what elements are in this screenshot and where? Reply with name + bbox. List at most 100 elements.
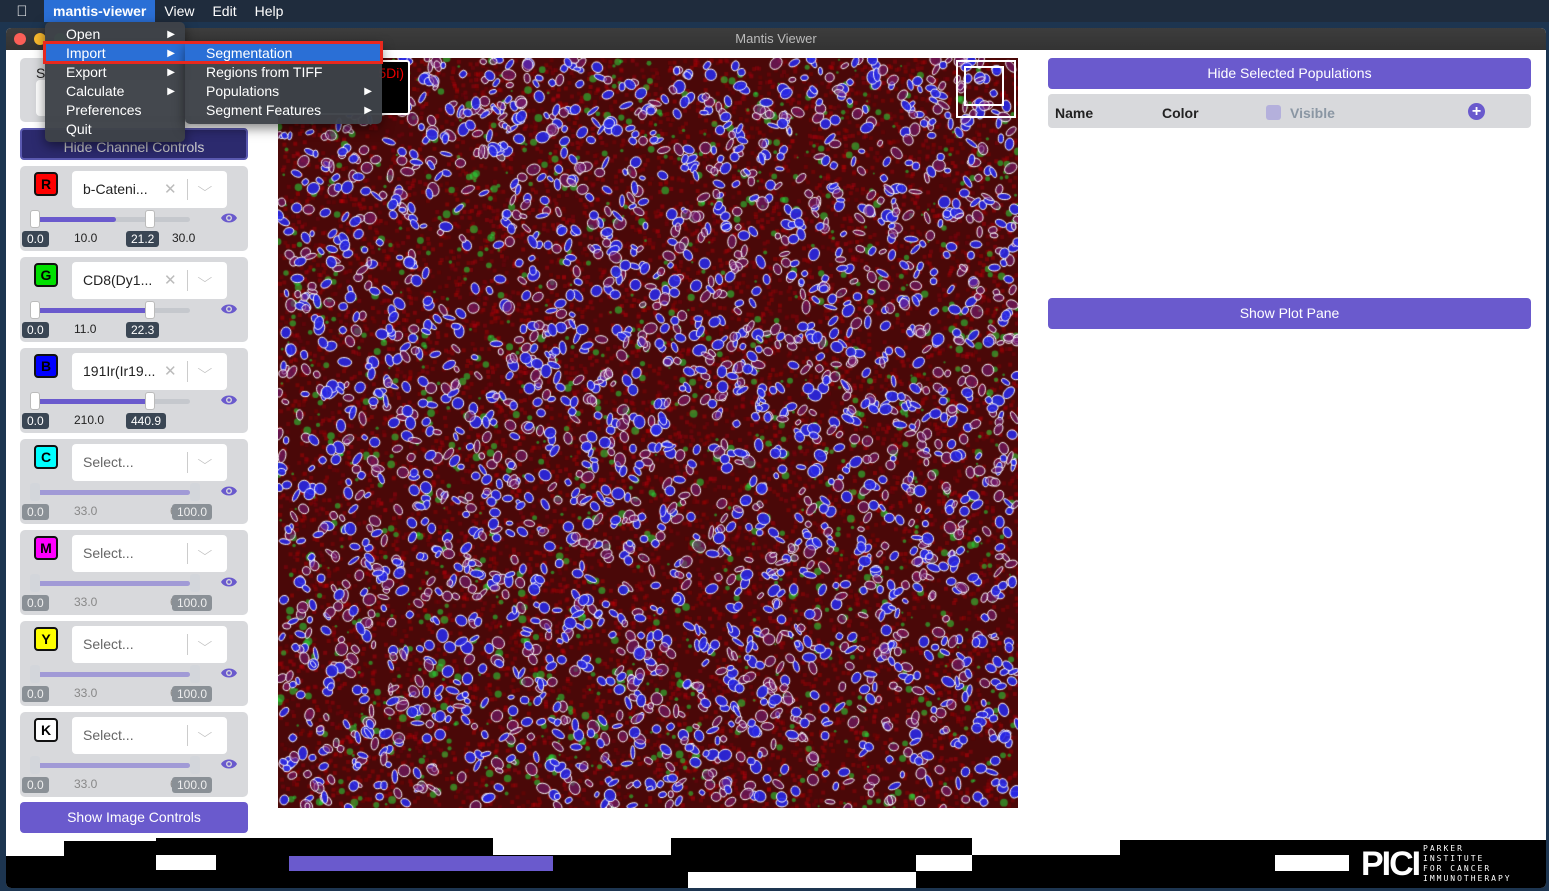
menu-item-label: Segment Features xyxy=(206,102,322,118)
eye-icon[interactable] xyxy=(220,758,238,770)
show-plot-pane-button[interactable]: Show Plot Pane xyxy=(1048,298,1531,329)
channel-marker-select[interactable]: Select... ⌵ xyxy=(72,626,227,663)
slider-min-handle[interactable] xyxy=(30,665,40,683)
slider-max-handle[interactable] xyxy=(145,392,155,410)
channel-marker-select[interactable]: CD8(Dy1... ✕ ⌵ xyxy=(72,262,227,299)
import-item-regions-from-tiff[interactable]: Regions from TIFF xyxy=(185,63,382,82)
channel-marker-select[interactable]: 191Ir(Ir19... ✕ ⌵ xyxy=(72,353,227,390)
channel-color-badge[interactable]: K xyxy=(34,718,58,742)
chevron-down-icon[interactable]: ⌵ xyxy=(198,270,213,286)
slider-tick-label: 21.2 xyxy=(126,231,160,247)
eye-icon[interactable] xyxy=(220,394,238,406)
channel-control-m: M Select...⌵ 0.033.066.0100.0 xyxy=(20,530,248,615)
chevron-down-icon[interactable]: ⌵ xyxy=(198,725,213,741)
channel-marker-select[interactable]: Select... ⌵ xyxy=(72,444,227,481)
slider-min-handle[interactable] xyxy=(30,392,40,410)
select-value: Select... xyxy=(83,454,134,470)
menu-item-label: Export xyxy=(66,64,107,80)
submenu-arrow-icon: ▶ xyxy=(364,86,372,97)
slider-min-handle[interactable] xyxy=(30,210,40,228)
clear-icon[interactable]: ✕ xyxy=(164,271,177,289)
select-value: Select... xyxy=(83,636,134,652)
channel-color-badge[interactable]: M xyxy=(34,536,58,560)
hide-selected-populations-button[interactable]: Hide Selected Populations xyxy=(1048,58,1531,89)
chevron-down-icon[interactable]: ⌵ xyxy=(198,452,213,468)
import-item-populations[interactable]: Populations ▶ xyxy=(185,82,382,101)
slider-min-handle[interactable] xyxy=(30,574,40,592)
slider-max-handle[interactable] xyxy=(190,665,200,683)
select-value: Select... xyxy=(83,545,134,561)
visible-header: Visible xyxy=(1290,105,1335,121)
clear-icon[interactable]: ✕ xyxy=(164,362,177,380)
image-viewer[interactable] xyxy=(278,58,1018,808)
channel-color-badge[interactable]: Y xyxy=(34,627,58,651)
channel-range-slider[interactable] xyxy=(30,665,200,683)
slider-min-handle[interactable] xyxy=(30,483,40,501)
eye-icon[interactable] xyxy=(220,212,238,224)
add-population-icon[interactable]: + xyxy=(1468,103,1485,120)
menu-item-quit[interactable]: Quit xyxy=(45,120,185,139)
visible-all-checkbox[interactable] xyxy=(1266,105,1281,120)
menu-item-preferences[interactable]: Preferences xyxy=(45,101,185,120)
eye-icon[interactable] xyxy=(220,576,238,588)
minimap[interactable] xyxy=(956,60,1016,118)
channel-color-badge[interactable]: B xyxy=(34,354,58,378)
slider-tick-label: 0.0 xyxy=(22,231,49,247)
channel-range-slider[interactable] xyxy=(30,574,200,592)
channel-range-slider[interactable] xyxy=(30,210,190,228)
channel-color-badge[interactable]: G xyxy=(34,263,58,287)
channel-color-badge[interactable]: C xyxy=(34,445,58,469)
menu-item-label: Quit xyxy=(66,121,92,137)
chevron-down-icon[interactable]: ⌵ xyxy=(198,179,213,195)
channel-marker-select[interactable]: Select... ⌵ xyxy=(72,535,227,572)
slider-min-handle[interactable] xyxy=(30,756,40,774)
slider-tick-label: 33.0 xyxy=(74,595,98,609)
slider-max-handle[interactable] xyxy=(190,483,200,501)
apple-icon[interactable]:  xyxy=(0,3,44,20)
slider-tick-label: 0.0 xyxy=(22,777,49,793)
channel-range-slider[interactable] xyxy=(30,483,200,501)
menu-edit[interactable]: Edit xyxy=(203,0,245,22)
clear-icon[interactable]: ✕ xyxy=(164,180,177,198)
menu-app[interactable]: mantis-viewer xyxy=(44,0,156,22)
highlight-annotation xyxy=(43,41,383,64)
eye-icon[interactable] xyxy=(220,485,238,497)
show-image-controls-button[interactable]: Show Image Controls xyxy=(20,802,248,833)
eye-icon[interactable] xyxy=(220,303,238,315)
slider-max-handle[interactable] xyxy=(190,756,200,774)
minimap-viewport[interactable] xyxy=(964,66,1004,106)
chevron-down-icon[interactable]: ⌵ xyxy=(198,543,213,559)
channel-color-badge[interactable]: R xyxy=(34,172,58,196)
select-value: b-Cateni... xyxy=(83,181,148,197)
slider-max-handle[interactable] xyxy=(145,301,155,319)
channel-range-slider[interactable] xyxy=(30,392,190,410)
slider-max-handle[interactable] xyxy=(145,210,155,228)
channel-range-slider[interactable] xyxy=(30,756,200,774)
slider-max-handle[interactable] xyxy=(190,574,200,592)
close-button[interactable] xyxy=(14,33,26,45)
channel-marker-select[interactable]: Select... ⌵ xyxy=(72,717,227,754)
window-title: Mantis Viewer xyxy=(735,31,817,46)
submenu-arrow-icon: ▶ xyxy=(167,67,175,78)
menu-item-export[interactable]: Export ▶ xyxy=(45,63,185,82)
slider-tick-label: 33.0 xyxy=(74,504,98,518)
channel-control-k: K Select...⌵ 0.033.066.0100.0 xyxy=(20,712,248,797)
bottom-bar xyxy=(6,838,1546,888)
submenu-arrow-icon: ▶ xyxy=(167,86,175,97)
slider-tick-label: 30.0 xyxy=(172,231,196,245)
channel-marker-select[interactable]: b-Cateni... ✕ ⌵ xyxy=(72,171,227,208)
chevron-down-icon[interactable]: ⌵ xyxy=(198,361,213,377)
menu-item-calculate[interactable]: Calculate ▶ xyxy=(45,82,185,101)
channel-control-c: C Select...⌵ 0.033.066.0100.0 xyxy=(20,439,248,524)
chevron-down-icon[interactable]: ⌵ xyxy=(198,634,213,650)
slider-tick-label: 33.0 xyxy=(74,777,98,791)
import-item-segment-features[interactable]: Segment Features ▶ xyxy=(185,101,382,120)
menu-view[interactable]: View xyxy=(155,0,203,22)
channel-control-b: B 191Ir(Ir19... ✕ ⌵ 0.0 210.0 440.9 xyxy=(20,348,248,433)
channel-range-slider[interactable] xyxy=(30,301,190,319)
select-value: CD8(Dy1... xyxy=(83,272,153,288)
eye-icon[interactable] xyxy=(220,667,238,679)
slider-tick-label: 100.0 xyxy=(172,777,213,793)
slider-min-handle[interactable] xyxy=(30,301,40,319)
menu-help[interactable]: Help xyxy=(246,0,293,22)
